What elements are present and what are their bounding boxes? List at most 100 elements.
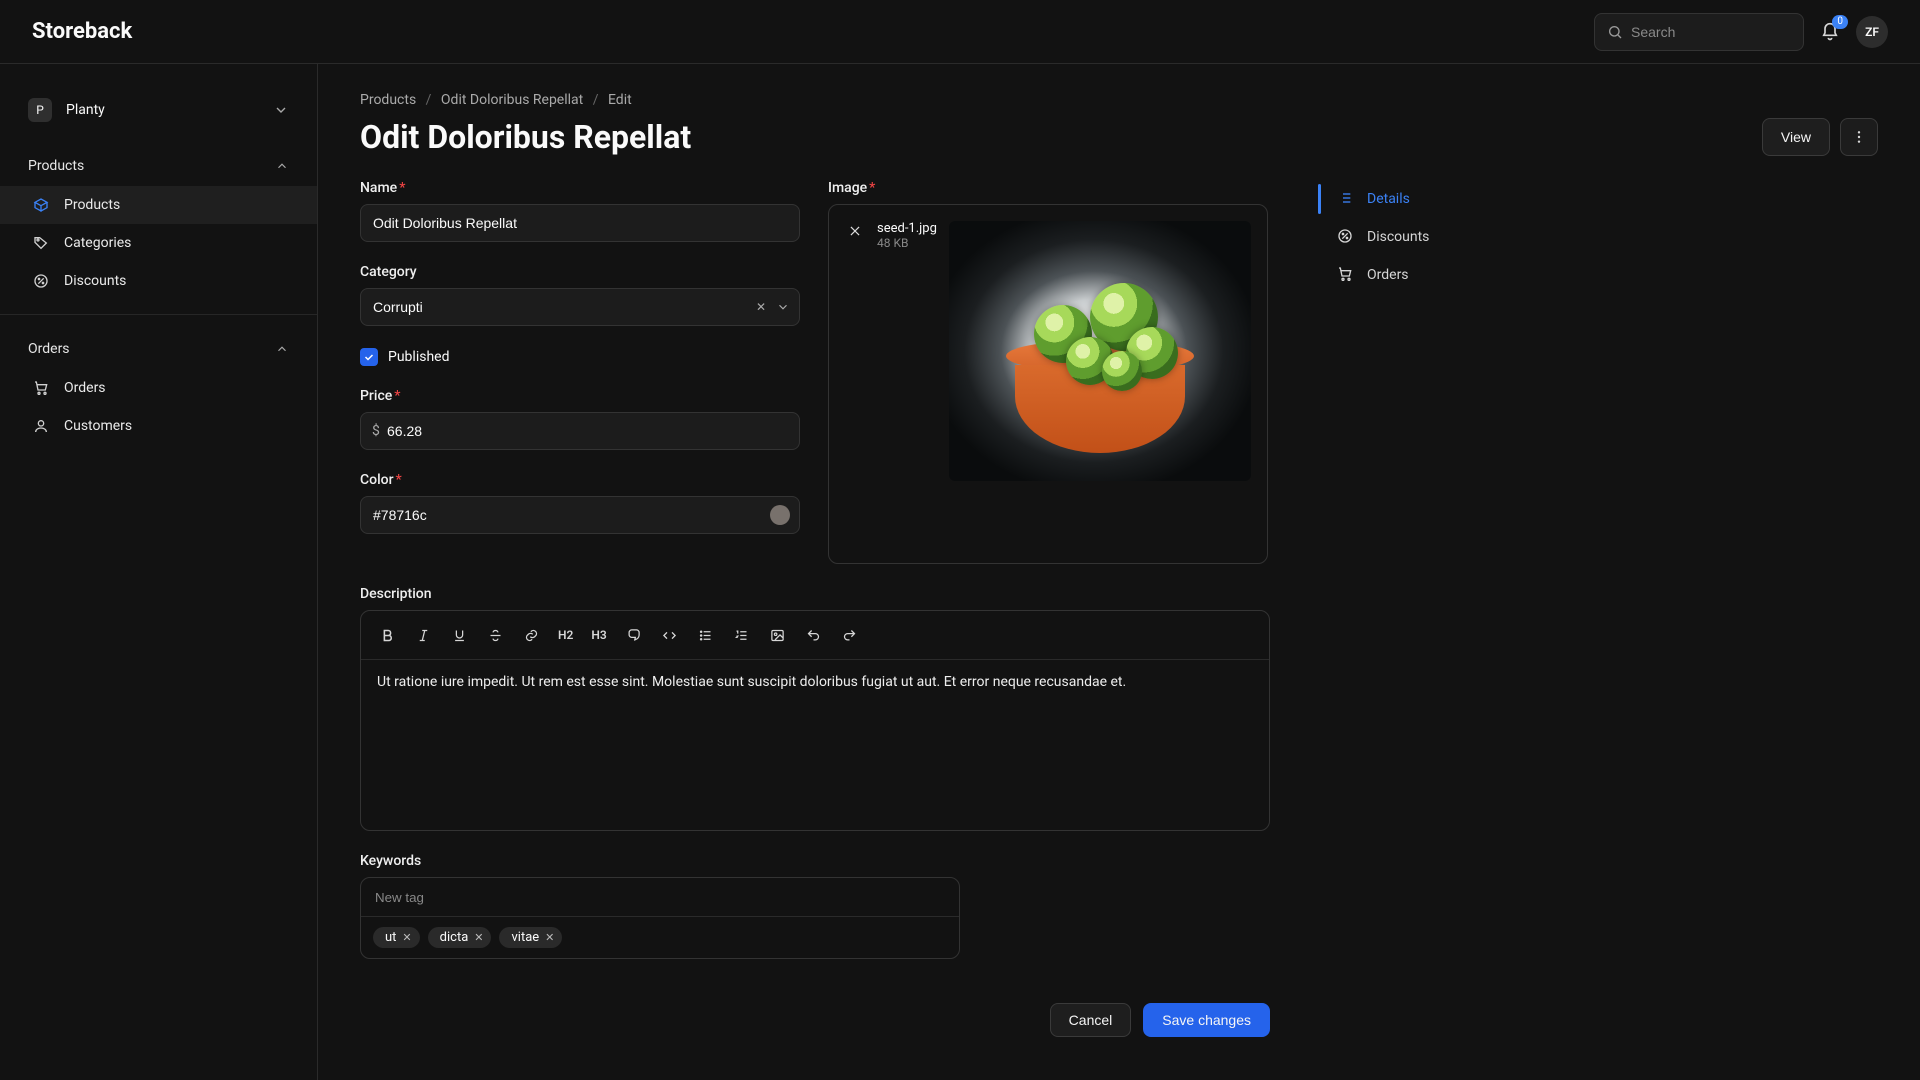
breadcrumb: Products / Odit Doloribus Repellat / Edi… <box>360 92 1878 108</box>
breadcrumb-sep: / <box>593 92 599 108</box>
chevron-down-icon <box>273 102 289 118</box>
clear-icon[interactable]: ✕ <box>756 300 766 314</box>
keyword-tag: dicta ✕ <box>428 927 492 948</box>
undo-button[interactable] <box>800 621 828 649</box>
notifications-button[interactable]: 0 <box>1818 20 1842 44</box>
name-input[interactable] <box>360 204 800 242</box>
cart-icon <box>1337 266 1355 284</box>
percent-icon <box>1337 228 1355 246</box>
description-editor[interactable]: Ut ratione iure impedit. Ut rem est esse… <box>361 660 1269 830</box>
view-button[interactable]: View <box>1762 118 1830 156</box>
breadcrumb-current: Edit <box>608 92 632 108</box>
h3-button[interactable]: H3 <box>586 621 611 649</box>
bold-button[interactable] <box>373 621 401 649</box>
breadcrumb-sep: / <box>426 92 432 108</box>
published-label: Published <box>388 349 449 365</box>
editor-toolbar: H2 H3 <box>361 611 1269 660</box>
color-input[interactable] <box>360 496 800 534</box>
keyword-tag-label: ut <box>385 930 396 945</box>
checkbox-checked-icon <box>360 348 378 366</box>
image-upload-card: seed-1.jpg 48 KB <box>828 204 1268 564</box>
code-button[interactable] <box>656 621 684 649</box>
list-icon <box>1337 190 1355 208</box>
h2-button[interactable]: H2 <box>553 621 578 649</box>
italic-button[interactable] <box>409 621 437 649</box>
image-label: Image <box>828 180 1268 196</box>
category-select[interactable] <box>360 288 800 326</box>
breadcrumb-products[interactable]: Products <box>360 92 416 108</box>
color-swatch[interactable] <box>770 505 790 525</box>
sidebar-item-label: Categories <box>64 235 131 251</box>
image-filename: seed-1.jpg <box>877 221 937 236</box>
user-icon <box>32 417 50 435</box>
bullet-list-button[interactable] <box>692 621 720 649</box>
page-title: Odit Doloribus Repellat <box>360 118 691 156</box>
underline-button[interactable] <box>445 621 473 649</box>
keywords-input[interactable] <box>361 878 959 916</box>
global-search[interactable] <box>1594 13 1804 51</box>
tab-label: Discounts <box>1367 229 1429 245</box>
save-button[interactable]: Save changes <box>1143 1003 1270 1037</box>
image-button[interactable] <box>764 621 792 649</box>
notifications-badge: 0 <box>1832 15 1848 29</box>
sidebar-section-orders[interactable]: Orders <box>0 329 317 369</box>
sidebar-item-customers[interactable]: Customers <box>0 407 317 445</box>
search-icon <box>1607 23 1623 41</box>
sidebar-item-label: Products <box>64 197 120 213</box>
tenant-name: Planty <box>66 102 105 118</box>
ordered-list-button[interactable] <box>728 621 756 649</box>
link-button[interactable] <box>517 621 545 649</box>
price-input[interactable] <box>360 412 800 450</box>
tenant-switcher[interactable]: P Planty <box>0 88 317 132</box>
remove-image-button[interactable] <box>845 221 865 241</box>
category-label: Category <box>360 264 800 280</box>
sidebar-item-label: Orders <box>64 380 106 396</box>
image-thumbnail[interactable] <box>949 221 1251 481</box>
percent-icon <box>32 272 50 290</box>
sidebar-item-discounts[interactable]: Discounts <box>0 262 317 300</box>
tenant-badge: P <box>28 98 52 122</box>
box-icon <box>32 196 50 214</box>
sidebar-item-label: Discounts <box>64 273 126 289</box>
currency-symbol: $ <box>372 423 380 439</box>
chevron-down-icon[interactable] <box>776 300 790 314</box>
tab-label: Details <box>1367 191 1410 207</box>
remove-tag-button[interactable]: ✕ <box>474 931 483 944</box>
strike-button[interactable] <box>481 621 509 649</box>
more-button[interactable] <box>1840 118 1878 156</box>
published-checkbox[interactable]: Published <box>360 348 800 366</box>
sidebar-item-label: Customers <box>64 418 132 434</box>
tab-details[interactable]: Details <box>1321 180 1578 218</box>
keyword-tag: vitae ✕ <box>499 927 562 948</box>
sidebar-section-products[interactable]: Products <box>0 146 317 186</box>
redo-button[interactable] <box>836 621 864 649</box>
keyword-tag-label: dicta <box>440 930 469 945</box>
chevron-up-icon <box>275 342 289 356</box>
sidebar-item-categories[interactable]: Categories <box>0 224 317 262</box>
remove-tag-button[interactable]: ✕ <box>545 931 554 944</box>
cancel-button[interactable]: Cancel <box>1050 1003 1132 1037</box>
quote-button[interactable] <box>620 621 648 649</box>
sidebar-item-products[interactable]: Products <box>0 186 317 224</box>
sidebar-item-orders[interactable]: Orders <box>0 369 317 407</box>
tab-orders[interactable]: Orders <box>1321 256 1578 294</box>
image-filesize: 48 KB <box>877 236 937 250</box>
description-label: Description <box>360 586 1270 602</box>
keyword-tag-label: vitae <box>511 930 539 945</box>
keywords-label: Keywords <box>360 853 960 869</box>
cart-icon <box>32 379 50 397</box>
sidebar-section-label: Orders <box>28 341 70 357</box>
breadcrumb-product[interactable]: Odit Doloribus Repellat <box>441 92 583 108</box>
search-input[interactable] <box>1631 24 1791 40</box>
tab-label: Orders <box>1367 267 1409 283</box>
tag-icon <box>32 234 50 252</box>
chevron-up-icon <box>275 159 289 173</box>
color-label: Color <box>360 472 800 488</box>
remove-tag-button[interactable]: ✕ <box>402 931 411 944</box>
avatar[interactable]: ZF <box>1856 16 1888 48</box>
tab-discounts[interactable]: Discounts <box>1321 218 1578 256</box>
app-brand: Storeback <box>32 19 132 44</box>
sidebar-section-label: Products <box>28 158 84 174</box>
name-label: Name <box>360 180 800 196</box>
price-label: Price <box>360 388 800 404</box>
